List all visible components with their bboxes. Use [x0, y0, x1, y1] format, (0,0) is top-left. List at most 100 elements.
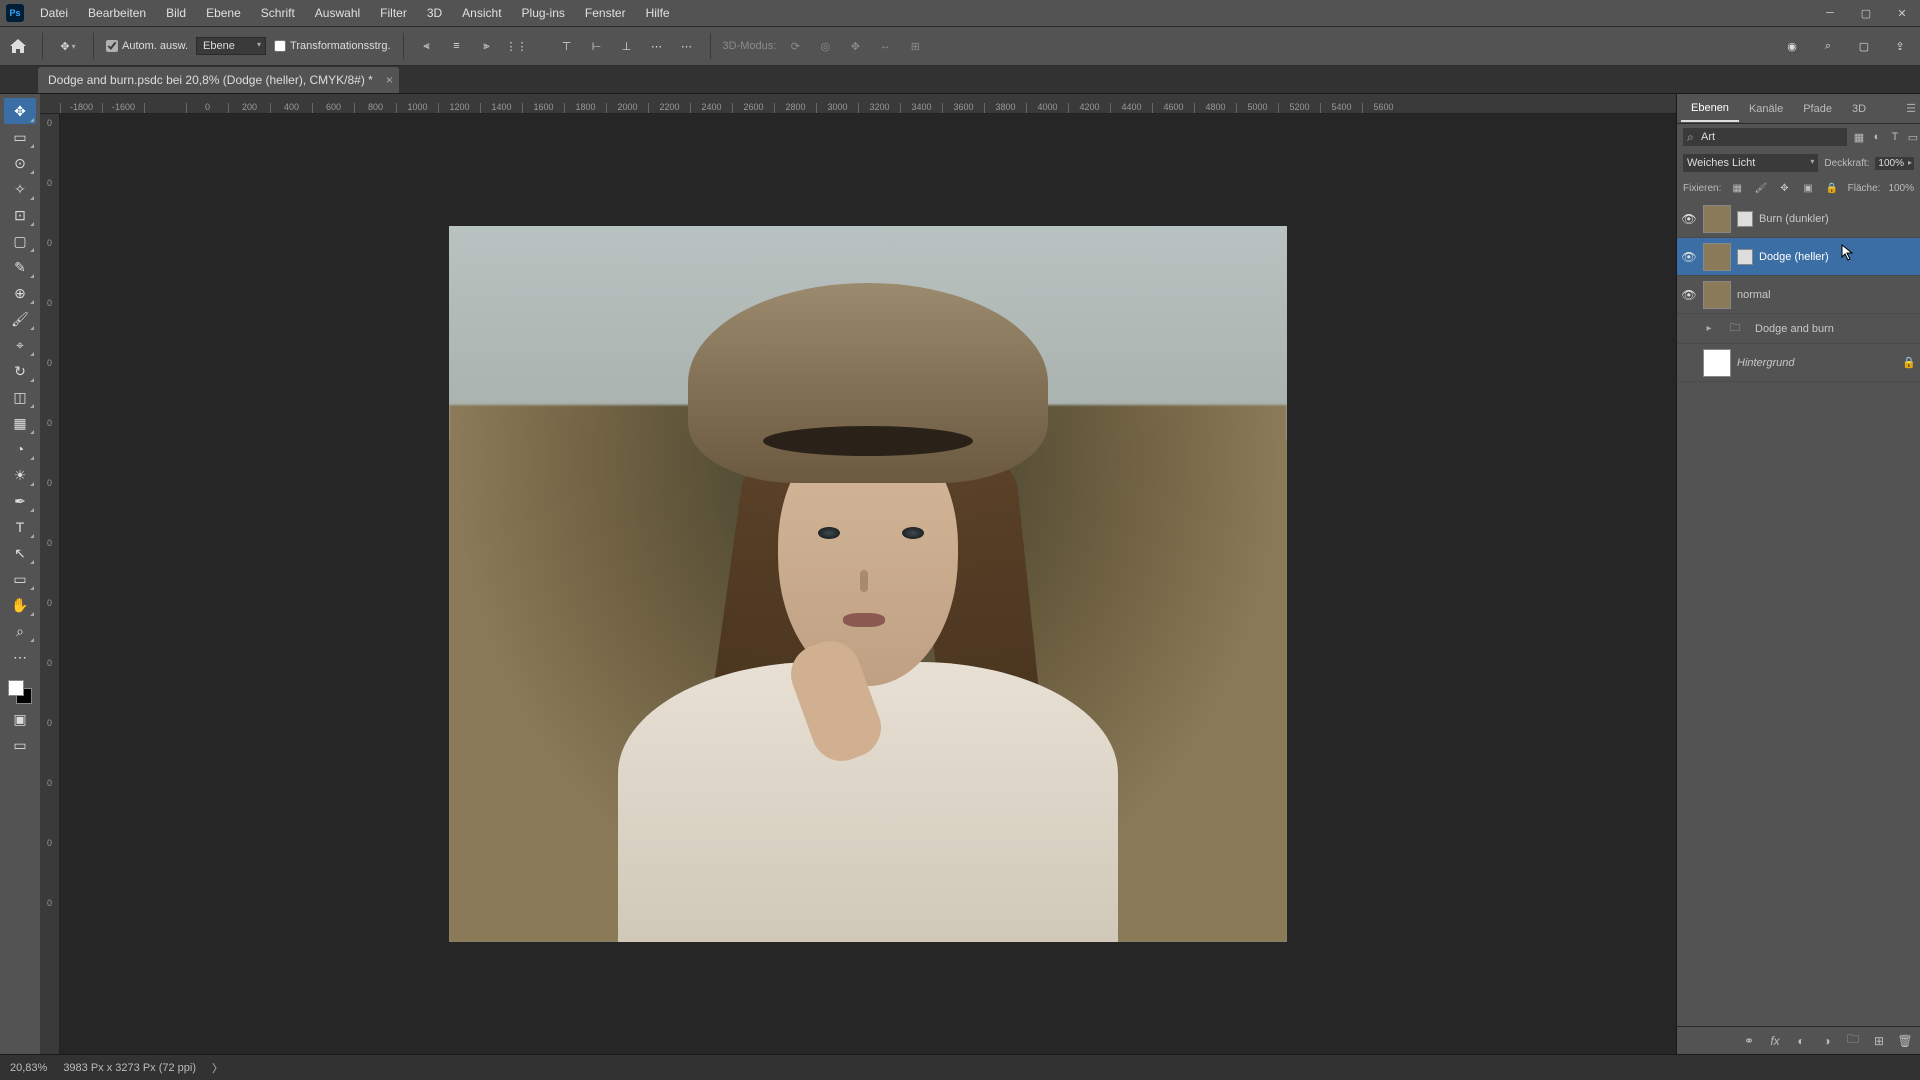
distribute-v-icon[interactable]: ⋯: [646, 35, 668, 57]
lock-transparency-icon[interactable]: ▦: [1729, 180, 1745, 196]
close-tab-icon[interactable]: ×: [386, 73, 393, 87]
layer-name[interactable]: Dodge and burn: [1755, 323, 1916, 335]
cloud-docs-icon[interactable]: ◉: [1780, 34, 1804, 58]
eyedropper-tool[interactable]: ✎: [4, 254, 36, 280]
layer-thumbnail[interactable]: [1703, 281, 1731, 309]
crop-tool[interactable]: ⊡: [4, 202, 36, 228]
layer-row[interactable]: Hintergrund 🔒: [1677, 344, 1920, 382]
history-brush-tool[interactable]: ↻: [4, 358, 36, 384]
layer-mask-icon[interactable]: ◐: [1792, 1032, 1810, 1050]
layer-row[interactable]: 👁 Dodge (heller): [1677, 238, 1920, 276]
menu-3d[interactable]: 3D: [417, 0, 452, 26]
color-swatches[interactable]: [6, 678, 34, 706]
gradient-tool[interactable]: ▦: [4, 410, 36, 436]
canvas-surface[interactable]: [60, 114, 1676, 1054]
layer-name[interactable]: normal: [1737, 289, 1916, 301]
marquee-tool[interactable]: ▭: [4, 124, 36, 150]
menu-filter[interactable]: Filter: [370, 0, 417, 26]
stamp-tool[interactable]: ⌖: [4, 332, 36, 358]
lock-all-icon[interactable]: 🔒: [1824, 180, 1840, 196]
tab-3d[interactable]: 3D: [1842, 97, 1876, 121]
layer-name[interactable]: Dodge (heller): [1759, 251, 1916, 263]
panel-menu-icon[interactable]: ☰: [1906, 102, 1916, 115]
layer-row[interactable]: 👁 normal: [1677, 276, 1920, 314]
type-tool[interactable]: T: [4, 514, 36, 540]
menu-layer[interactable]: Ebene: [196, 0, 251, 26]
layer-name[interactable]: Burn (dunkler): [1759, 213, 1916, 225]
layer-fx-icon[interactable]: fx: [1766, 1032, 1784, 1050]
screen-mode-icon[interactable]: ▭: [4, 732, 36, 758]
minimize-button[interactable]: ─: [1812, 0, 1848, 26]
move-tool[interactable]: ✥: [4, 98, 36, 124]
layer-mask-thumbnail[interactable]: [1737, 249, 1753, 265]
new-group-icon[interactable]: 🗀: [1844, 1032, 1862, 1050]
edit-toolbar[interactable]: ⋯: [4, 644, 36, 670]
layer-filter-type[interactable]: [1683, 128, 1847, 146]
filter-pixel-icon[interactable]: ▦: [1851, 129, 1867, 145]
delete-layer-icon[interactable]: 🗑: [1896, 1032, 1914, 1050]
ruler-horizontal[interactable]: -1800-1600020040060080010001200140016001…: [40, 94, 1676, 114]
lock-position-icon[interactable]: ✥: [1777, 180, 1793, 196]
align-bottom-icon[interactable]: ⊥: [616, 35, 638, 57]
hand-tool[interactable]: ✋: [4, 592, 36, 618]
align-right-icon[interactable]: ⫸: [476, 35, 498, 57]
filter-type-icon[interactable]: T: [1887, 129, 1903, 145]
blur-tool[interactable]: ◔: [4, 436, 36, 462]
menu-window[interactable]: Fenster: [575, 0, 636, 26]
auto-select-checkbox[interactable]: Autom. ausw.: [106, 40, 188, 52]
wand-tool[interactable]: ✧: [4, 176, 36, 202]
current-tool-icon[interactable]: ✥: [55, 33, 81, 59]
transform-controls-checkbox[interactable]: Transformationsstrg.: [274, 40, 390, 52]
menu-view[interactable]: Ansicht: [452, 0, 511, 26]
layer-name[interactable]: Hintergrund: [1737, 357, 1896, 369]
layer-visibility-icon[interactable]: 👁: [1681, 288, 1697, 302]
blend-mode-dropdown[interactable]: Weiches Licht: [1683, 154, 1818, 172]
lock-artboard-icon[interactable]: ▣: [1800, 180, 1816, 196]
align-left-icon[interactable]: ⫷: [416, 35, 438, 57]
zoom-level[interactable]: 20,83%: [10, 1062, 47, 1074]
dodge-tool[interactable]: ☀: [4, 462, 36, 488]
document-info[interactable]: 3983 Px x 3273 Px (72 ppi): [63, 1062, 196, 1074]
layer-visibility-icon[interactable]: 👁: [1681, 212, 1697, 226]
layer-row[interactable]: ▸ 🗀 Dodge and burn: [1677, 314, 1920, 344]
search-icon[interactable]: ⌕: [1816, 34, 1840, 58]
brush-tool[interactable]: 🖌: [4, 306, 36, 332]
ruler-vertical[interactable]: 00000000000000: [40, 114, 60, 1054]
zoom-tool[interactable]: ⌕: [4, 618, 36, 644]
document-tab[interactable]: Dodge and burn.psdc bei 20,8% (Dodge (he…: [38, 67, 399, 93]
status-disclosure-icon[interactable]: 〉: [212, 1060, 223, 1076]
path-select-tool[interactable]: ↖: [4, 540, 36, 566]
quick-mask-icon[interactable]: ▣: [4, 706, 36, 732]
maximize-button[interactable]: ▢: [1848, 0, 1884, 26]
menu-edit[interactable]: Bearbeiten: [78, 0, 156, 26]
menu-type[interactable]: Schrift: [251, 0, 305, 26]
menu-image[interactable]: Bild: [156, 0, 196, 26]
eraser-tool[interactable]: ◫: [4, 384, 36, 410]
auto-select-target-dropdown[interactable]: Ebene: [196, 37, 266, 55]
share-icon[interactable]: ⇪: [1888, 34, 1912, 58]
pen-tool[interactable]: ✒: [4, 488, 36, 514]
menu-help[interactable]: Hilfe: [636, 0, 680, 26]
align-center-v-icon[interactable]: ⊢: [586, 35, 608, 57]
tab-channels[interactable]: Kanäle: [1739, 97, 1793, 121]
heal-tool[interactable]: ⊕: [4, 280, 36, 306]
foreground-color-swatch[interactable]: [8, 680, 24, 696]
opacity-value[interactable]: 100%: [1875, 157, 1914, 170]
menu-select[interactable]: Auswahl: [305, 0, 370, 26]
filter-shape-icon[interactable]: ▭: [1905, 129, 1920, 145]
layer-thumbnail[interactable]: [1703, 349, 1731, 377]
shape-tool[interactable]: ▭: [4, 566, 36, 592]
tab-paths[interactable]: Pfade: [1793, 97, 1842, 121]
close-button[interactable]: ✕: [1884, 0, 1920, 26]
align-center-h-icon[interactable]: ≡: [446, 35, 468, 57]
layer-row[interactable]: 👁 Burn (dunkler): [1677, 200, 1920, 238]
layer-mask-thumbnail[interactable]: [1737, 211, 1753, 227]
layer-thumbnail[interactable]: [1703, 243, 1731, 271]
workspace-icon[interactable]: ▢: [1852, 34, 1876, 58]
fill-value[interactable]: 100%: [1888, 183, 1914, 194]
menu-file[interactable]: Datei: [30, 0, 78, 26]
group-disclosure-icon[interactable]: ▸: [1703, 323, 1715, 334]
more-align-icon[interactable]: ⋯: [676, 35, 698, 57]
filter-adjust-icon[interactable]: ◐: [1869, 129, 1885, 145]
lasso-tool[interactable]: ⊙: [4, 150, 36, 176]
